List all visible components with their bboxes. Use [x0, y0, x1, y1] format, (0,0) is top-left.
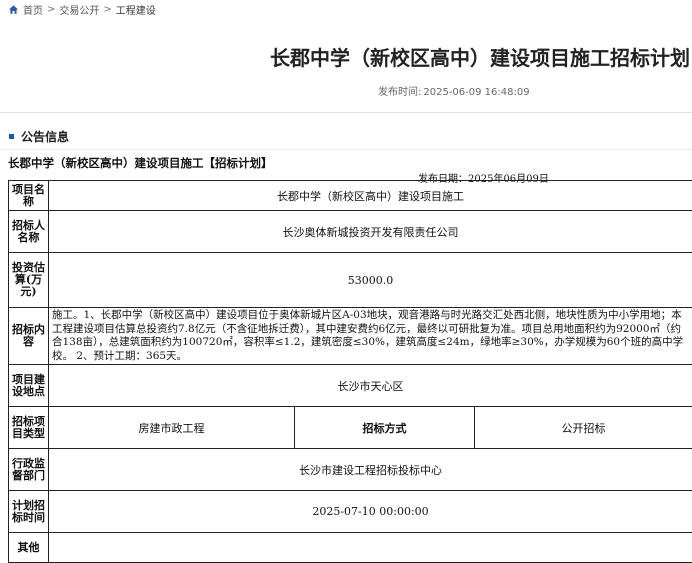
breadcrumb-current-link[interactable]: 工程建设 — [116, 2, 156, 17]
content-value: 施工。1、长郡中学（新校区高中）建设项目位于奥体新城片区A-03地块，观音港路与… — [49, 308, 692, 365]
table-row: 招标人名称 长沙奥体新城投资开发有限责任公司 — [9, 211, 692, 253]
breadcrumb-separator: > — [47, 4, 55, 15]
location-label: 项目建设地点 — [9, 365, 49, 407]
tender-method-value: 公开招标 — [475, 407, 692, 449]
table-row: 计划招标时间 2025-07-10 00:00:00 — [9, 491, 692, 533]
location-value: 长沙市天心区 — [49, 365, 692, 407]
publish-time-value: 2025-06-09 16:48:09 — [423, 87, 529, 98]
section-marker-icon — [9, 134, 14, 139]
table-row: 投资估算(万元) 53000.0 — [9, 253, 692, 308]
breadcrumb-home-link[interactable]: 首页 — [23, 2, 43, 17]
project-name-label: 项目名称 — [9, 181, 49, 211]
publish-time: 发布时间:2025-06-09 16:48:09 — [378, 83, 530, 98]
table-row: 招标项目类型 房建市政工程 招标方式 公开招标 — [9, 407, 692, 449]
plan-time-value: 2025-07-10 00:00:00 — [49, 491, 692, 533]
section-title: 公告信息 — [21, 128, 69, 145]
other-label: 其他 — [9, 533, 49, 563]
section-header: 公告信息 — [9, 128, 69, 145]
table-row: 招标内容 施工。1、长郡中学（新校区高中）建设项目位于奥体新城片区A-03地块，… — [9, 308, 692, 365]
content-label: 招标内容 — [9, 308, 49, 365]
breadcrumb-separator: > — [103, 4, 111, 15]
table-row: 项目名称 长郡中学（新校区高中）建设项目施工 — [9, 181, 692, 211]
plan-time-label: 计划招标时间 — [9, 491, 49, 533]
publish-time-label: 发布时间: — [378, 87, 421, 98]
table-row: 其他 — [9, 533, 692, 563]
tender-method-label: 招标方式 — [295, 407, 475, 449]
estimate-value: 53000.0 — [49, 253, 692, 308]
project-type-label: 招标项目类型 — [9, 407, 49, 449]
home-icon[interactable] — [8, 4, 19, 15]
supervisor-label: 行政监督部门 — [9, 449, 49, 491]
notice-title: 长郡中学（新校区高中）建设项目施工【招标计划】 — [8, 155, 273, 171]
divider — [0, 149, 692, 150]
tenderer-label: 招标人名称 — [9, 211, 49, 253]
project-type-value: 房建市政工程 — [49, 407, 295, 449]
divider — [0, 112, 692, 113]
breadcrumb: 首页 > 交易公开 > 工程建设 — [8, 1, 156, 17]
table-row: 项目建设地点 长沙市天心区 — [9, 365, 692, 407]
tender-plan-table: 项目名称 长郡中学（新校区高中）建设项目施工 招标人名称 长沙奥体新城投资开发有… — [8, 180, 692, 563]
tenderer-value: 长沙奥体新城投资开发有限责任公司 — [49, 211, 692, 253]
table-row: 行政监督部门 长沙市建设工程招标投标中心 — [9, 449, 692, 491]
breadcrumb-trade-link[interactable]: 交易公开 — [59, 2, 99, 17]
supervisor-value: 长沙市建设工程招标投标中心 — [49, 449, 692, 491]
other-value — [49, 533, 692, 563]
estimate-label: 投资估算(万元) — [9, 253, 49, 308]
page-title: 长郡中学（新校区高中）建设项目施工招标计划 — [0, 42, 692, 71]
project-name-value: 长郡中学（新校区高中）建设项目施工 — [49, 181, 692, 211]
